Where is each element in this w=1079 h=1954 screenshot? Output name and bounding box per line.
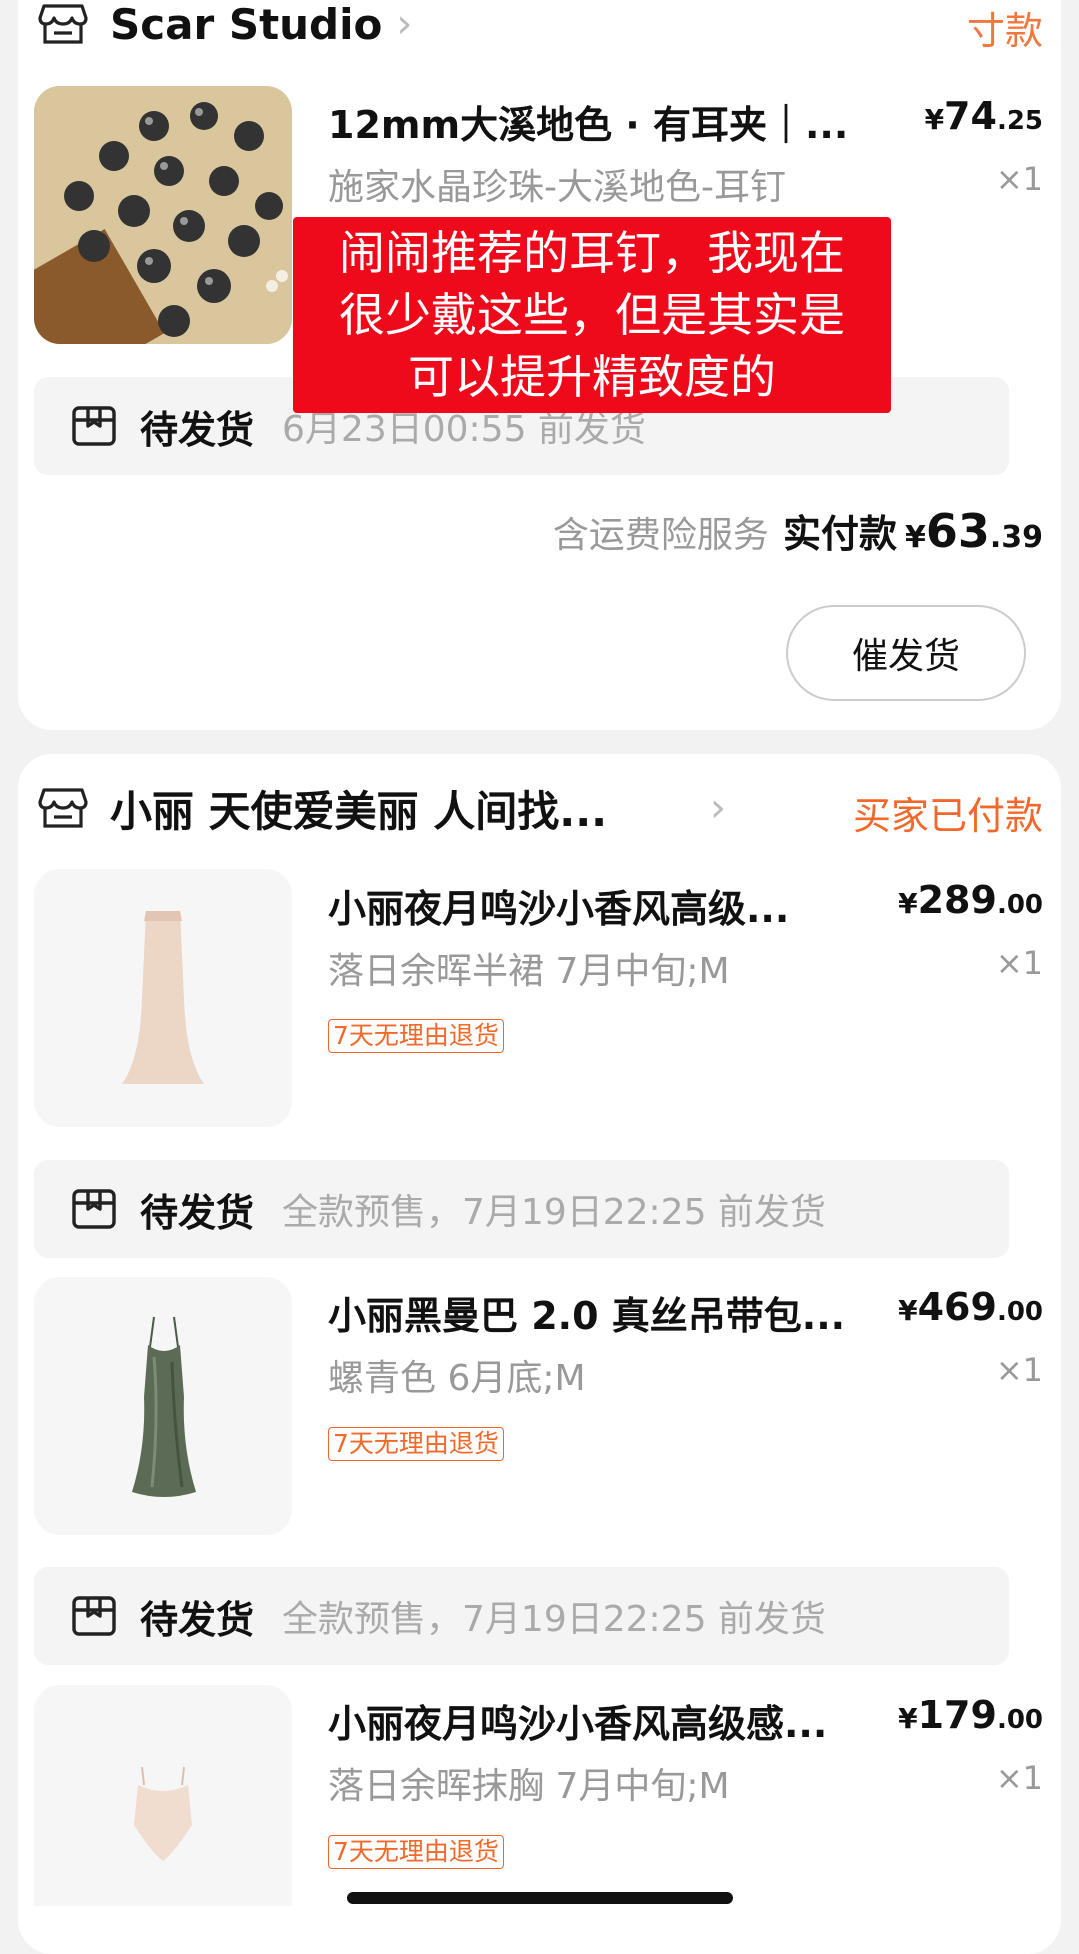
package-icon [72,406,116,446]
store-name: 小丽 天使爱美丽 人间找... [110,786,608,836]
package-icon [72,1596,116,1636]
return-policy-tag: 7天无理由退货 [328,1835,504,1869]
price-integer: 289 [917,878,997,922]
price-integer: 179 [917,1693,997,1737]
paid-decimal: .39 [989,520,1043,555]
return-policy-tag: 7天无理由退货 [328,1019,504,1053]
price-currency: ¥ [924,103,945,136]
product-price: ¥179.00 [898,1693,1043,1737]
product-title[interactable]: 小丽夜月鸣沙小香风高级... [328,878,848,933]
product-spec: 落日余晖半裙 7月中旬;M [328,951,730,992]
shipping-deadline: 全款预售，7月19日22:25 前发货 [282,1599,826,1640]
store-icon [38,4,88,44]
chevron-right-icon: › [396,1,413,47]
product-quantity: ×1 [995,160,1043,198]
paid-label: 实付款 [782,512,897,556]
paid-integer: 63 [925,504,990,558]
price-currency: ¥ [898,887,918,920]
product-quantity: ×1 [995,1351,1043,1389]
product-title[interactable]: 小丽夜月鸣沙小香风高级感... [328,1693,873,1748]
store-header[interactable]: Scar Studio › [38,0,412,54]
overlay-line-1: 闹闹推荐的耳钉，我现在 [339,226,845,280]
service-note: 含运费险服务 [552,515,769,556]
skirt-photo [34,869,292,1127]
shipping-status-bar[interactable]: 待发货 全款预售，7月19日22:25 前发货 [34,1160,1009,1258]
store-name: Scar Studio [110,0,383,49]
return-policy-tag: 7天无理由退货 [328,1427,504,1461]
package-icon [72,1189,116,1229]
pearl-earrings-photo [34,86,292,344]
product-image-pearl-earrings[interactable] [34,86,292,344]
price-currency: ¥ [898,1702,918,1735]
shipping-status-bar[interactable]: 待发货 全款预售，7月19日22:25 前发货 [34,1567,1009,1665]
payment-summary: 含运费险服务 实付款 ¥ 63 .39 [553,503,1043,558]
paid-currency: ¥ [904,520,926,555]
shipping-deadline: 全款预售，7月19日22:25 前发货 [282,1192,826,1233]
price-decimal: .25 [996,106,1043,136]
order-status: 寸款 [966,9,1043,53]
product-image-skirt[interactable] [34,869,292,1127]
product-price: ¥469.00 [898,1285,1043,1329]
product-spec: 螺青色 6月底;M [328,1358,586,1399]
shipping-label: 待发货 [140,407,255,452]
chevron-right-icon: › [710,785,726,831]
shipping-label: 待发货 [140,1597,255,1642]
price-decimal: .00 [996,1297,1043,1327]
price-integer: 469 [917,1285,997,1329]
overlay-line-3: 可以提升精致度的 [408,350,776,404]
slip-dress-photo [34,1277,292,1535]
home-indicator[interactable] [347,1892,733,1904]
product-quantity: ×1 [995,944,1043,982]
store-icon [38,788,88,828]
product-quantity: ×1 [995,1759,1043,1797]
price-integer: 74 [944,94,997,138]
product-title[interactable]: 12mm大溪地色 · 有耳夹｜... [328,94,878,149]
price-currency: ¥ [898,1294,918,1327]
urge-shipping-button[interactable]: 催发货 [786,605,1026,701]
product-image-slip-dress[interactable] [34,1277,292,1535]
product-price: ¥74.25 [925,94,1043,138]
shipping-label: 待发货 [140,1190,255,1235]
tube-top-photo [34,1685,292,1906]
store-header[interactable]: 小丽 天使爱美丽 人间找... › [38,778,726,838]
overlay-line-2: 很少戴这些，但是其实是 [339,288,845,342]
overlay-annotation: 闹闹推荐的耳钉，我现在 很少戴这些，但是其实是 可以提升精致度的 [293,217,891,413]
product-image-tube-top[interactable] [34,1685,292,1906]
price-decimal: .00 [996,1705,1043,1735]
product-title[interactable]: 小丽黑曼巴 2.0 真丝吊带包... [328,1285,868,1340]
price-decimal: .00 [996,890,1043,920]
product-price: ¥289.00 [898,878,1043,922]
product-spec: 施家水晶珍珠-大溪地色-耳钉 [328,167,786,208]
order-status: 买家已付款 [852,794,1043,838]
product-spec: 落日余晖抹胸 7月中旬;M [328,1766,730,1807]
